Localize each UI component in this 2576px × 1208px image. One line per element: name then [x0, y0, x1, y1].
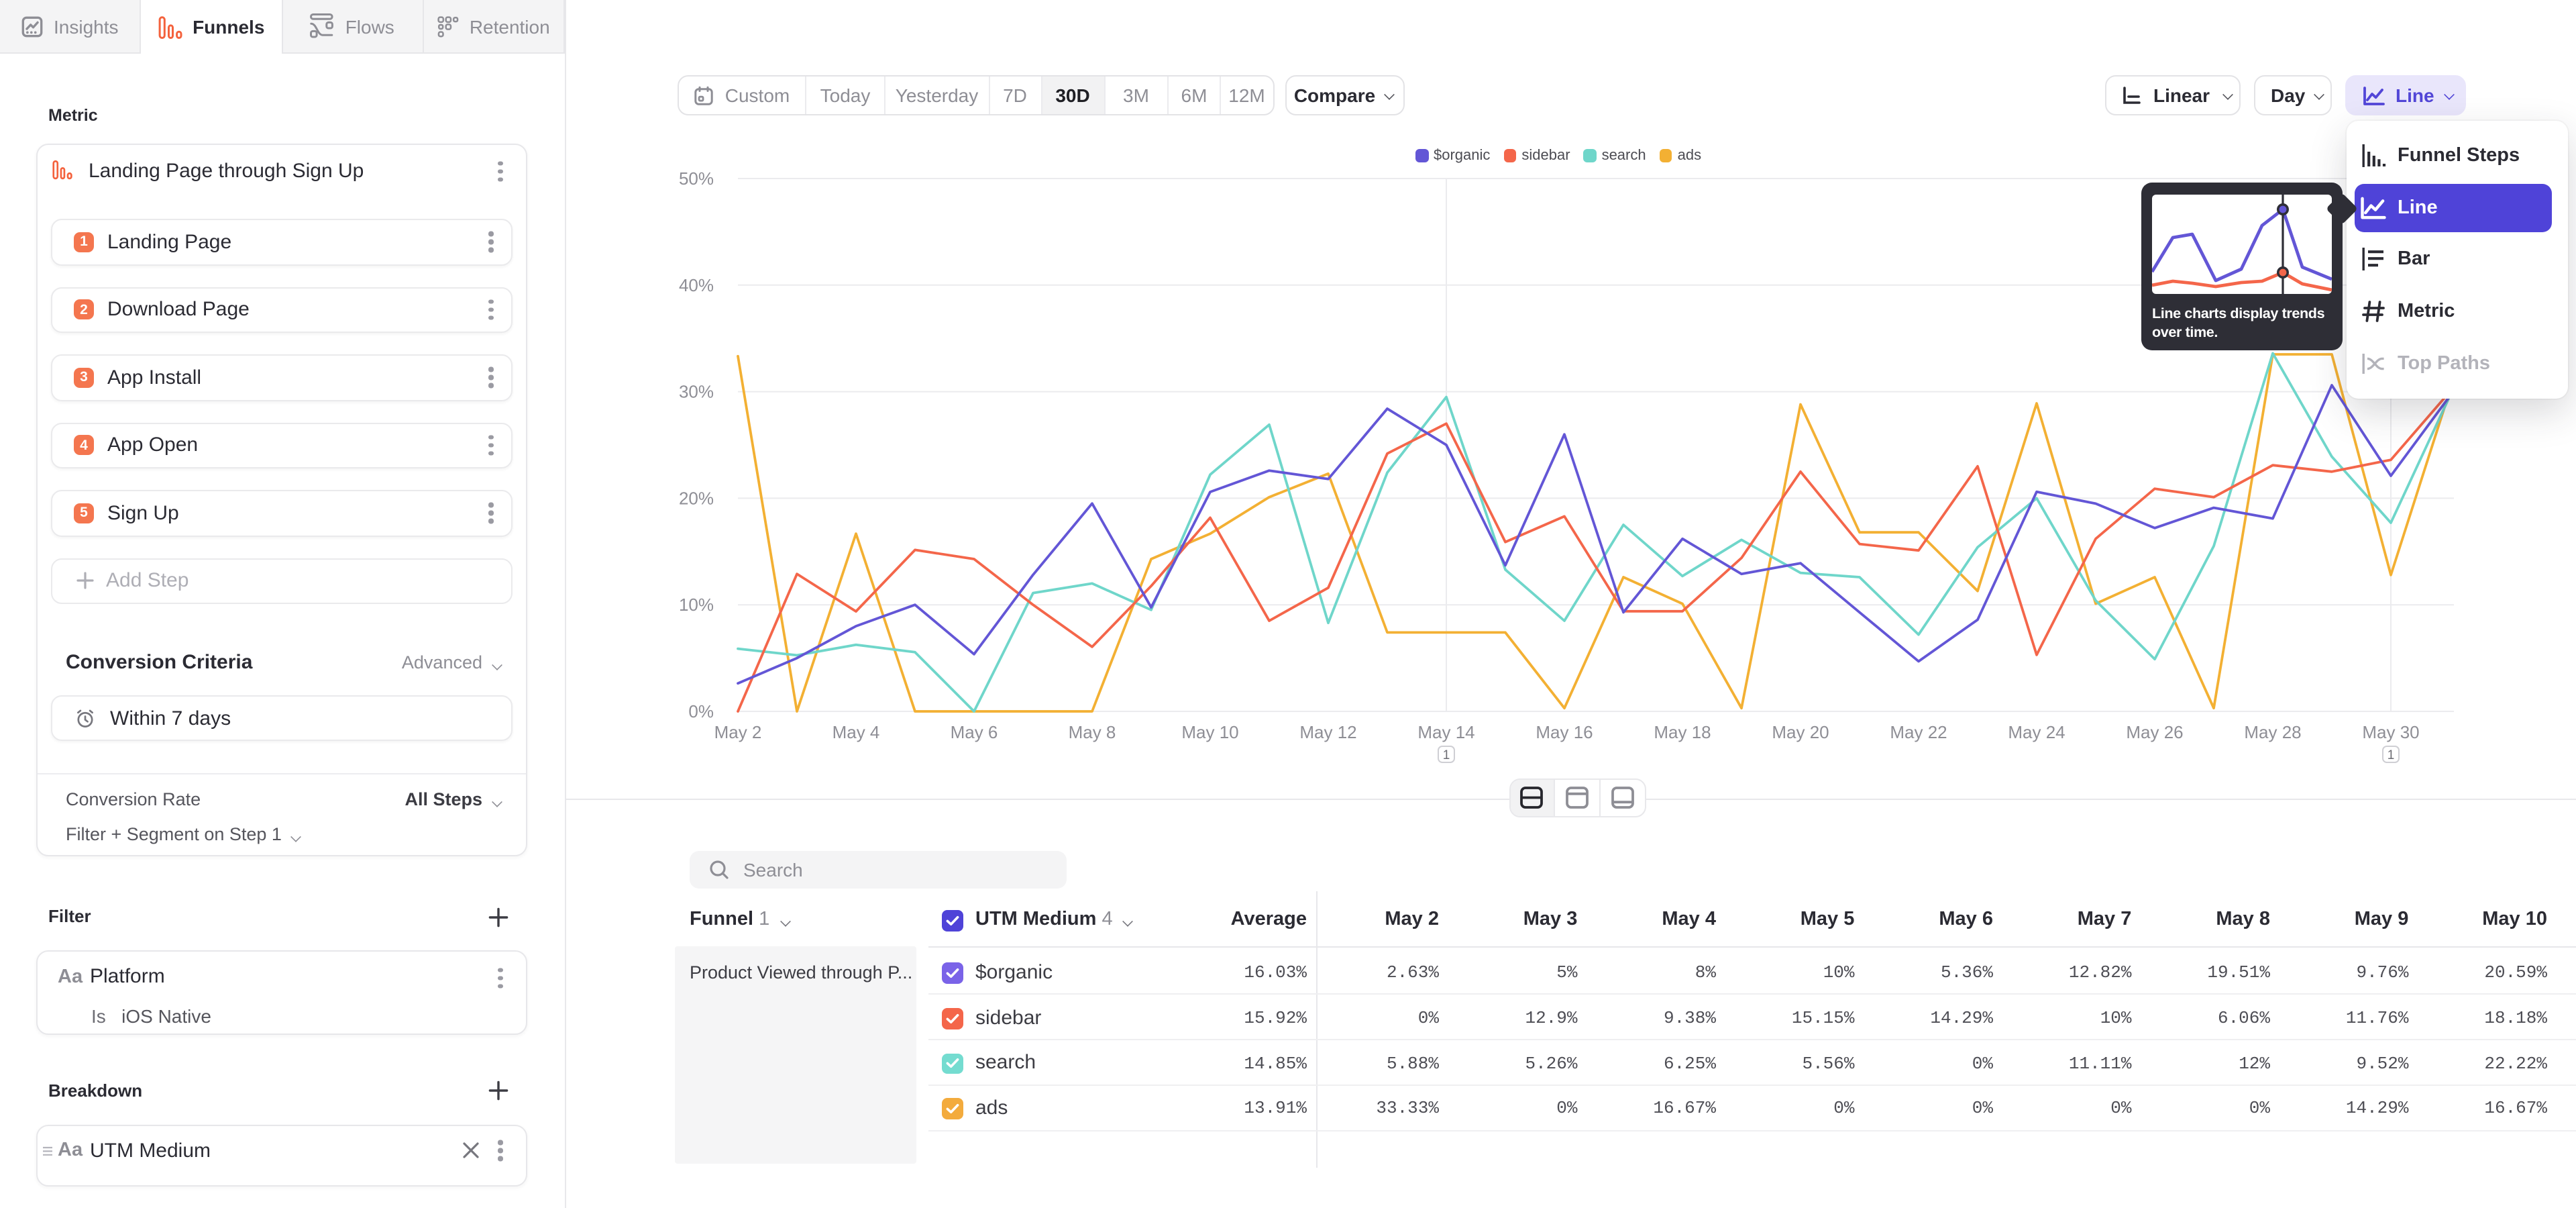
svg-text:May 28: May 28 [2244, 722, 2301, 742]
svg-text:1: 1 [1443, 748, 1450, 762]
svg-text:30%: 30% [679, 382, 714, 402]
svg-text:May 12: May 12 [1299, 722, 1356, 742]
svg-text:May 2: May 2 [714, 722, 762, 742]
svg-text:50%: 50% [679, 168, 714, 189]
svg-text:May 30: May 30 [2362, 722, 2419, 742]
svg-text:May 16: May 16 [1536, 722, 1593, 742]
svg-text:20%: 20% [679, 488, 714, 508]
svg-text:40%: 40% [679, 275, 714, 295]
svg-text:May 26: May 26 [2126, 722, 2183, 742]
svg-text:May 20: May 20 [1772, 722, 1829, 742]
svg-text:May 8: May 8 [1069, 722, 1116, 742]
svg-text:May 14: May 14 [1417, 722, 1474, 742]
svg-text:May 22: May 22 [1890, 722, 1947, 742]
svg-text:0%: 0% [688, 701, 714, 721]
svg-text:1: 1 [2387, 748, 2395, 762]
svg-text:10%: 10% [679, 595, 714, 615]
svg-text:May 6: May 6 [951, 722, 998, 742]
svg-text:May 4: May 4 [833, 722, 880, 742]
svg-text:May 10: May 10 [1181, 722, 1238, 742]
svg-text:May 24: May 24 [2008, 722, 2065, 742]
svg-text:May 18: May 18 [1654, 722, 1711, 742]
